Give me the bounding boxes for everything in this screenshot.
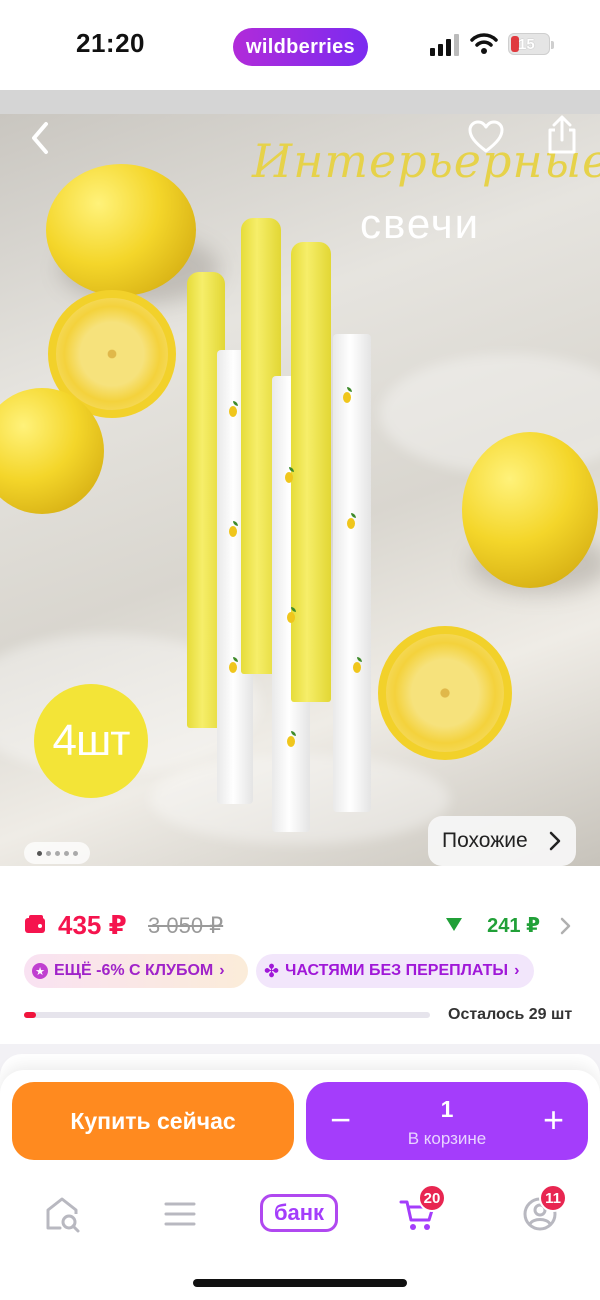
club-discount-badge[interactable]: ★ ЕЩЁ -6% С КЛУБОМ › bbox=[24, 954, 248, 988]
chevron-right-icon[interactable] bbox=[560, 916, 572, 936]
white-candle bbox=[333, 334, 371, 812]
similar-label: Похожие bbox=[442, 829, 528, 852]
buy-now-button[interactable]: Купить сейчас bbox=[12, 1082, 294, 1160]
top-strip bbox=[0, 90, 600, 114]
wifi-icon bbox=[470, 32, 498, 61]
home-indicator bbox=[193, 1279, 407, 1287]
similar-button[interactable]: Похожие bbox=[428, 816, 576, 866]
image-pager[interactable] bbox=[24, 842, 90, 864]
tab-catalog[interactable] bbox=[154, 1188, 206, 1240]
price-row: 435 ₽ 3 050 ₽ 241 ₽ bbox=[24, 910, 576, 946]
favorite-button[interactable] bbox=[466, 118, 506, 158]
stock-progress-fill bbox=[24, 1012, 37, 1018]
image-title-sub: свечи bbox=[360, 200, 481, 247]
price-card: 435 ₽ 3 050 ₽ 241 ₽ ★ ЕЩЁ -6% С КЛУБОМ ›… bbox=[0, 866, 600, 1044]
stock-remaining: Осталось 29 шт bbox=[448, 1006, 573, 1023]
installments-badge[interactable]: ✤ ЧАСТЯМИ БЕЗ ПЕРЕПЛАТЫ › bbox=[256, 954, 534, 988]
increase-quantity-button[interactable]: + bbox=[543, 1100, 564, 1140]
tab-bank[interactable]: банк bbox=[260, 1194, 338, 1232]
bottom-action-panel: Купить сейчас − 1 В корзине + bbox=[0, 1070, 600, 1300]
share-button[interactable] bbox=[542, 114, 582, 158]
yellow-candle bbox=[291, 242, 331, 702]
current-price: 435 ₽ bbox=[58, 910, 127, 940]
cart-count-badge: 20 bbox=[418, 1184, 446, 1212]
battery-level: 15 bbox=[518, 35, 535, 53]
lemon-image bbox=[462, 432, 598, 588]
share-icon bbox=[548, 115, 576, 154]
chevron-right-icon bbox=[549, 831, 561, 851]
chevron-right-icon: › bbox=[514, 962, 520, 979]
chevron-right-icon: › bbox=[219, 962, 225, 979]
cellular-signal-icon bbox=[430, 34, 460, 56]
image-title-script: Интерьерные bbox=[252, 134, 600, 188]
product-image[interactable]: Интерьерные свечи 4шт Похожие bbox=[0, 114, 600, 866]
cart-quantity-control[interactable]: − 1 В корзине + bbox=[306, 1082, 588, 1160]
home-search-icon bbox=[46, 1197, 80, 1233]
old-price: 3 050 ₽ bbox=[148, 913, 224, 938]
clover-icon: ✤ bbox=[264, 960, 280, 981]
wallet-icon bbox=[25, 915, 45, 933]
status-time: 21:20 bbox=[76, 28, 145, 58]
back-button[interactable] bbox=[22, 118, 62, 158]
star-icon: ★ bbox=[32, 963, 48, 979]
stock-progress bbox=[24, 1012, 430, 1018]
discount-amount[interactable]: 241 ₽ bbox=[487, 913, 540, 938]
quantity-badge: 4шт bbox=[34, 684, 148, 798]
battery-icon: 15 bbox=[508, 33, 554, 55]
status-bar: 21:20 wildberries 15 bbox=[0, 0, 600, 90]
tab-home[interactable] bbox=[36, 1188, 88, 1240]
chevron-left-icon bbox=[32, 122, 48, 154]
club-badge-label: ЕЩЁ -6% С КЛУБОМ bbox=[54, 962, 214, 979]
lemon-half-image bbox=[378, 626, 512, 760]
installments-badge-label: ЧАСТЯМИ БЕЗ ПЕРЕПЛАТЫ bbox=[285, 962, 509, 979]
lemon-image bbox=[46, 164, 196, 296]
heart-icon bbox=[468, 120, 504, 153]
arrow-down-icon bbox=[446, 918, 462, 931]
menu-icon bbox=[164, 1202, 196, 1226]
wildberries-pill[interactable]: wildberries bbox=[233, 28, 368, 66]
profile-count-badge: 11 bbox=[539, 1184, 567, 1212]
